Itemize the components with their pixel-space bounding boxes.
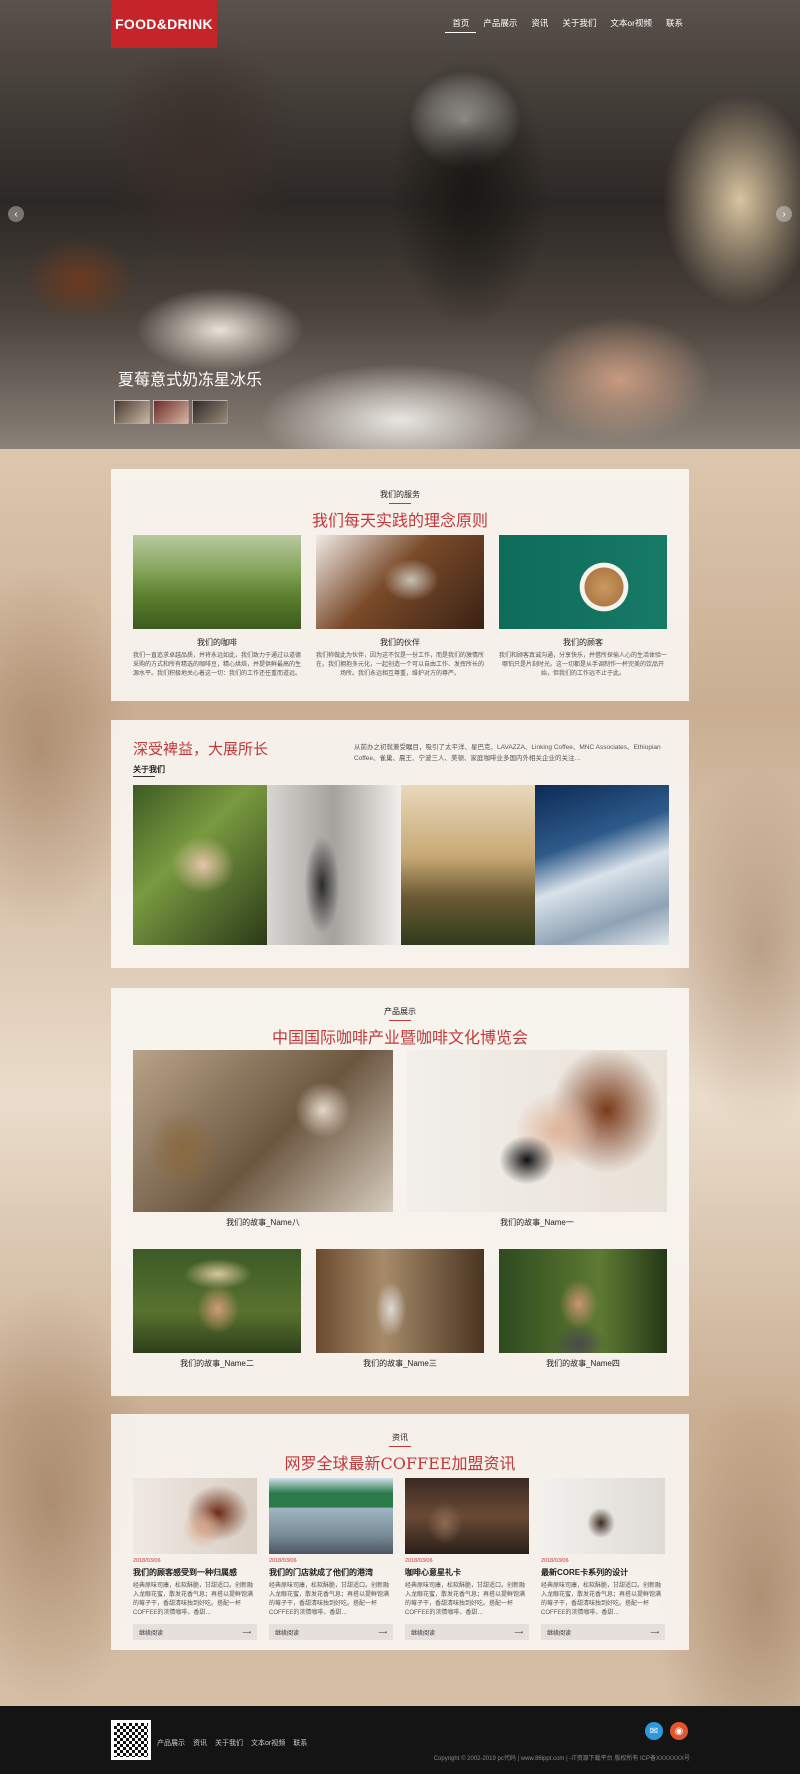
hero-thumb[interactable] <box>114 400 150 424</box>
footer-link[interactable]: 资讯 <box>193 1738 207 1748</box>
read-more-label: 继续阅读 <box>139 1630 164 1637</box>
section-title: 中国国际咖啡产业暨咖啡文化博览会 <box>271 1028 528 1047</box>
site-logo[interactable]: FOOD&DRINK <box>111 0 217 48</box>
divider <box>389 503 411 504</box>
product-image[interactable] <box>316 1249 484 1353</box>
product-image[interactable] <box>133 1050 393 1212</box>
nav-item-news[interactable]: 资讯 <box>524 17 555 33</box>
news-title[interactable]: 我们的顾客感受到一种归属感 <box>133 1567 257 1578</box>
footer-link[interactable]: 联系 <box>293 1738 307 1748</box>
section-label: 资讯 <box>392 1433 408 1442</box>
read-more-label: 继续阅读 <box>275 1630 300 1637</box>
news-desc: 经典原味司康，松软酥脆，甘甜适口。创新融入龙眼花蜜，散发花香气息；再搭以提鲜饱满… <box>133 1583 254 1616</box>
product-caption[interactable]: 我们的故事_Name一 <box>453 1217 621 1228</box>
service-title: 我们的伙伴 <box>380 638 420 647</box>
product-image[interactable] <box>133 1249 301 1353</box>
arrow-right-icon: ⟶ <box>242 1629 251 1636</box>
section-label: 产品展示 <box>384 1007 416 1016</box>
read-more-label: 继续阅读 <box>547 1630 572 1637</box>
qq-icon[interactable]: ✉ <box>645 1722 663 1740</box>
service-image-coffee <box>133 535 301 629</box>
product-image[interactable] <box>407 1050 667 1212</box>
news-image[interactable] <box>269 1478 393 1554</box>
chevron-left-icon[interactable]: ‹ <box>8 206 24 222</box>
nav-item-contact[interactable]: 联系 <box>659 17 690 33</box>
news-desc: 经典原味司康，松软酥脆，甘甜适口。创新融入龙眼花蜜，散发花香气息；再搭以提鲜饱满… <box>269 1583 390 1616</box>
news-date: 2018/03/06 <box>269 1558 297 1564</box>
chevron-right-icon[interactable]: › <box>776 206 792 222</box>
copyright-text: Copyright © 2002-2019 pc代码 | www.86lppt.… <box>433 1756 690 1762</box>
main-nav: 首页 产品展示 资讯 关于我们 文本or视频 联系 <box>445 17 690 33</box>
service-title: 我们的顾客 <box>563 638 603 647</box>
news-date: 2018/03/06 <box>405 1558 433 1564</box>
service-desc: 我们一直追求卓越品质，并将永远如此，我们致力于通过以道德采购的方式和所有精选的咖… <box>133 653 302 677</box>
arrow-right-icon: ⟶ <box>514 1629 523 1636</box>
service-image-partner <box>316 535 484 629</box>
news-title[interactable]: 最新CORE卡系列的设计 <box>541 1567 665 1578</box>
arrow-right-icon: ⟶ <box>650 1629 659 1636</box>
read-more-button[interactable]: 继续阅读 ⟶ <box>133 1624 257 1640</box>
hero-thumb[interactable] <box>153 400 189 424</box>
section-title: 我们每天实践的理念原则 <box>311 511 488 530</box>
section-label: 我们的服务 <box>380 490 420 499</box>
footer-link[interactable]: 产品展示 <box>157 1738 185 1748</box>
about-text: 从前办之初就兼受瞩目，吸引了太平洋、星巴克、LAVAZZA、Linking Co… <box>354 744 661 762</box>
nav-item-products[interactable]: 产品展示 <box>476 17 524 33</box>
about-image-worker <box>267 785 401 945</box>
news-title[interactable]: 我们的门店就成了他们的港湾 <box>269 1567 393 1578</box>
nav-item-video[interactable]: 文本or视频 <box>603 17 659 33</box>
news-desc: 经典原味司康，松软酥脆，甘甜适口。创新融入龙眼花蜜，散发花香气息；再搭以提鲜饱满… <box>541 1583 662 1616</box>
product-caption[interactable]: 我们的故事_Name八 <box>179 1217 347 1228</box>
read-more-button[interactable]: 继续阅读 ⟶ <box>269 1624 393 1640</box>
nav-item-about[interactable]: 关于我们 <box>555 17 603 33</box>
about-section: 深受裨益，大展所长 关于我们 从前办之初就兼受瞩目，吸引了太平洋、星巴克、LAV… <box>111 720 689 968</box>
news-image[interactable] <box>133 1478 257 1554</box>
service-desc: 我们称做此为伙伴，因为这不仅是一份工作，而是我们的激情所在。我们拥抱多元化，一起… <box>316 653 485 677</box>
hero-caption: 夏莓意式奶冻星冰乐 <box>118 370 263 389</box>
hero-banner: FOOD&DRINK 首页 产品展示 资讯 关于我们 文本or视频 联系 ‹ ›… <box>0 0 800 449</box>
section-title: 网罗全球最新COFFEE加盟资讯 <box>284 1454 516 1473</box>
divider <box>389 1446 411 1447</box>
footer-nav: 产品展示 资讯 关于我们 文本or视频 联系 <box>157 1738 307 1748</box>
footer-link[interactable]: 关于我们 <box>215 1738 243 1748</box>
products-section: 产品展示 中国国际咖啡产业暨咖啡文化博览会 我们的故事_Name八 我们的故事_… <box>111 988 689 1396</box>
news-title[interactable]: 咖啡心意星礼卡 <box>405 1567 529 1578</box>
product-image[interactable] <box>499 1249 667 1353</box>
news-desc: 经典原味司康，松软酥脆，甘甜适口。创新融入龙眼花蜜，散发花香气息；再搭以提鲜饱满… <box>405 1583 526 1616</box>
read-more-button[interactable]: 继续阅读 ⟶ <box>405 1624 529 1640</box>
hero-thumbnails <box>114 400 228 424</box>
site-footer: 产品展示 资讯 关于我们 文本or视频 联系 ✉ ◉ Copyright © 2… <box>0 1706 800 1774</box>
read-more-label: 继续阅读 <box>411 1630 436 1637</box>
about-heading: 深受裨益，大展所长 <box>133 740 269 758</box>
news-date: 2018/03/06 <box>541 1558 569 1564</box>
news-date: 2018/03/06 <box>133 1558 161 1564</box>
product-caption[interactable]: 我们的故事_Name二 <box>133 1358 301 1369</box>
hero-thumb[interactable] <box>192 400 228 424</box>
arrow-right-icon: ⟶ <box>378 1629 387 1636</box>
weibo-icon[interactable]: ◉ <box>670 1722 688 1740</box>
news-image[interactable] <box>541 1478 665 1554</box>
read-more-button[interactable]: 继续阅读 ⟶ <box>541 1624 665 1640</box>
product-caption[interactable]: 我们的故事_Name四 <box>499 1358 667 1369</box>
nav-item-home[interactable]: 首页 <box>445 17 477 33</box>
footer-link[interactable]: 文本or视频 <box>251 1738 285 1748</box>
qr-code-icon <box>111 1720 151 1760</box>
news-image[interactable] <box>405 1478 529 1554</box>
about-image-airplane <box>535 785 669 945</box>
service-desc: 我们和顾客真诚沟通，分享快乐，并借所探偷人心的生活体验一哪怕只是片刻时光。这一切… <box>499 653 668 677</box>
service-image-customer <box>499 535 667 629</box>
divider <box>389 1020 411 1021</box>
about-image-beans <box>133 785 267 945</box>
news-section: 资讯 网罗全球最新COFFEE加盟资讯 2018/03/06 2018/03/0… <box>111 1414 689 1650</box>
about-image-landscape <box>401 785 535 945</box>
about-subtitle: 关于我们 <box>133 765 165 774</box>
product-caption[interactable]: 我们的故事_Name三 <box>316 1358 484 1369</box>
services-section: 我们的服务 我们每天实践的理念原则 我们的咖啡 我们的伙伴 我们的顾客 我们一直… <box>111 469 689 701</box>
divider <box>133 776 155 777</box>
service-title: 我们的咖啡 <box>197 638 237 647</box>
